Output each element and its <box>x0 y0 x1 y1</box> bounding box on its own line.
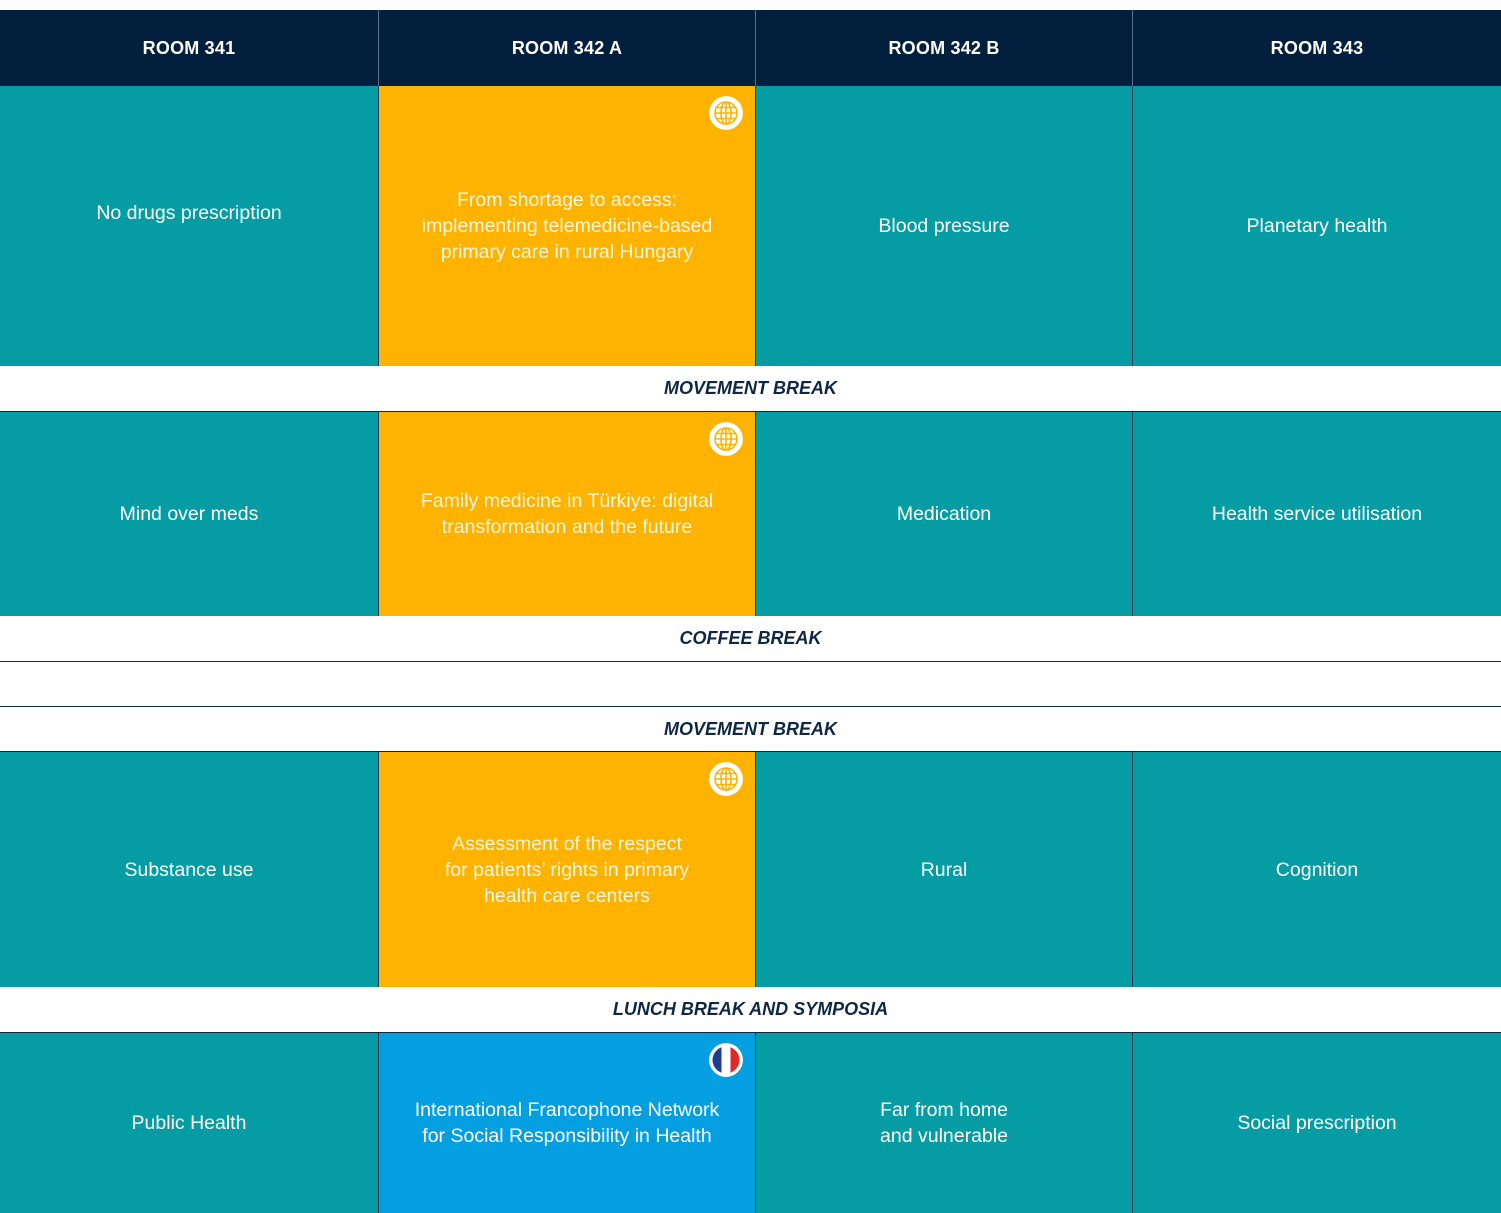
room-header-343: ROOM 343 <box>1132 10 1501 86</box>
session-title: Social prescription <box>1237 1112 1397 1134</box>
session-title: Far from home and vulnerable <box>880 1099 1008 1147</box>
session-cell[interactable]: Substance use <box>0 752 378 987</box>
session-cell[interactable]: Far from home and vulnerable <box>755 1033 1132 1213</box>
session-title: Rural <box>920 858 968 881</box>
session-cell[interactable]: International Francophone Network for So… <box>378 1033 755 1213</box>
break-row-coffee: COFFEE BREAK <box>0 616 1501 662</box>
globe-icon <box>709 96 743 130</box>
session-cell[interactable]: Blood pressure <box>755 86 1132 366</box>
globe-icon <box>709 762 743 796</box>
session-title: Family medicine in Türkiye: digital tran… <box>420 490 714 538</box>
french-flag-icon <box>709 1043 743 1077</box>
session-cell[interactable]: From shortage to access: implementing te… <box>378 86 755 366</box>
session-row-2: Mind over meds Family medicine in Türkiy… <box>0 412 1501 616</box>
session-cell[interactable]: Planetary health <box>1132 86 1501 366</box>
session-cell[interactable]: Social prescription <box>1132 1033 1501 1213</box>
break-row-lunch: LUNCH BREAK AND SYMPOSIA <box>0 987 1501 1033</box>
session-title: From shortage to access: implementing te… <box>421 189 713 263</box>
empty-row <box>0 662 1501 707</box>
room-header-341: ROOM 341 <box>142 37 236 58</box>
session-cell[interactable]: Medication <box>755 412 1132 616</box>
session-title: International Francophone Network for So… <box>414 1099 720 1147</box>
session-row-4: Public Health International Francophone … <box>0 1033 1501 1213</box>
room-header: ROOM 341 ROOM 342 A ROOM 342 B ROOM 343 <box>0 10 1501 86</box>
session-title: Public Health <box>131 1112 247 1134</box>
session-cell[interactable]: Mind over meds <box>0 412 378 616</box>
session-row-3: Substance use Assessment of the respect … <box>0 752 1501 987</box>
session-cell[interactable]: Rural <box>755 752 1132 987</box>
session-title: Mind over meds <box>119 503 259 525</box>
session-title: Assessment of the respect for patients’ … <box>444 832 690 907</box>
session-title: Medication <box>896 503 992 525</box>
session-cell[interactable]: Family medicine in Türkiye: digital tran… <box>378 412 755 616</box>
break-row-movement-2: MOVEMENT BREAK <box>0 707 1501 752</box>
session-title: No drugs prescription <box>96 202 282 224</box>
session-title: Planetary health <box>1246 215 1388 237</box>
session-title: Cognition <box>1275 858 1359 881</box>
session-row-1: No drugs prescription From shortage to a… <box>0 86 1501 366</box>
session-cell[interactable]: Health service utilisation <box>1132 412 1501 616</box>
room-header-342a: ROOM 342 A <box>378 10 755 86</box>
session-cell[interactable]: No drugs prescription <box>0 86 378 366</box>
session-cell[interactable]: Assessment of the respect for patients’ … <box>378 752 755 987</box>
globe-icon <box>709 422 743 456</box>
break-row-movement-1: MOVEMENT BREAK <box>0 366 1501 412</box>
session-title: Blood pressure <box>878 215 1010 237</box>
session-title: Health service utilisation <box>1211 503 1423 525</box>
session-cell[interactable]: Public Health <box>0 1033 378 1213</box>
room-header-342b: ROOM 342 B <box>755 10 1132 86</box>
session-title: Substance use <box>124 858 254 881</box>
session-cell[interactable]: Cognition <box>1132 752 1501 987</box>
